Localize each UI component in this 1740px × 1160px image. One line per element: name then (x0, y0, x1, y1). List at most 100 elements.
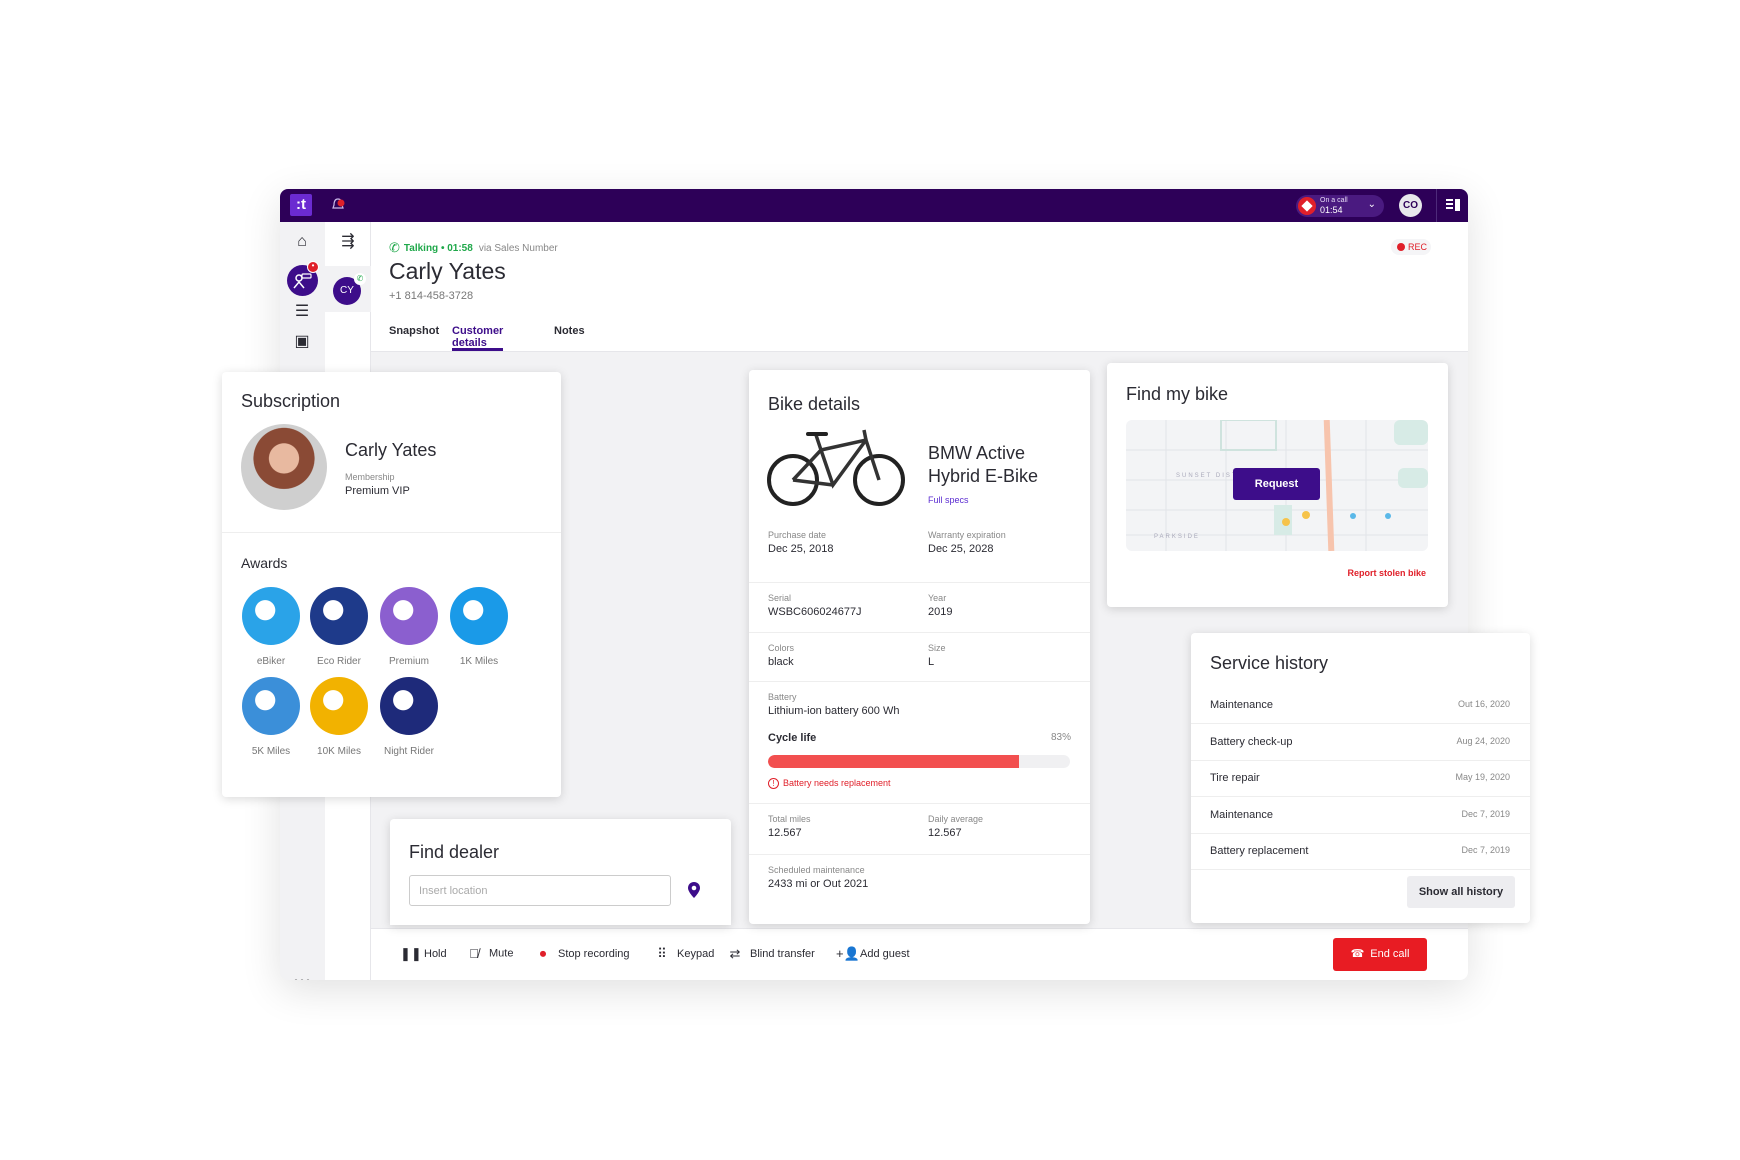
award-item[interactable]: 10K Miles (300, 677, 378, 757)
customer-photo (241, 424, 327, 510)
serial-label: Serial (768, 593, 792, 603)
service-history-row[interactable]: Maintenance Out 16, 2020 (1191, 688, 1530, 724)
add-guest-button[interactable]: +👤Add guest (836, 946, 910, 962)
mute-label: Mute (489, 947, 514, 960)
bike-image (767, 429, 905, 506)
list-icon[interactable]: ☰ (292, 302, 312, 322)
service-name: Maintenance (1210, 808, 1273, 821)
tab-customer-details[interactable]: Customer details (452, 325, 504, 351)
divider (1436, 189, 1437, 222)
stop-record-icon: ⏺ (539, 946, 547, 961)
contacts-book-icon[interactable]: ▣ (292, 332, 312, 352)
phone-icon: ✆ (354, 273, 366, 285)
subscription-title: Subscription (241, 391, 341, 411)
award-name: 10K Miles (317, 746, 361, 757)
service-name: Battery check-up (1210, 735, 1293, 748)
side-panel-icon[interactable] (1445, 198, 1461, 212)
service-date: Dec 7, 2019 (1461, 845, 1510, 855)
call-header: ✆ Talking • 01:58 via Sales Number Carly Y… (371, 222, 1468, 352)
caller-phone: +1 814-458-3728 (389, 290, 474, 302)
keypad-button[interactable]: ⠿ Keypad (653, 946, 714, 962)
cycle-life-fill (768, 755, 1019, 768)
maintenance-value: 2433 mi or Out 2021 (768, 878, 869, 890)
award-item[interactable]: Premium (370, 587, 448, 667)
notification-bell-icon[interactable] (330, 197, 346, 213)
service-history-row[interactable]: Tire repair May 19, 2020 (1191, 761, 1530, 797)
user-avatar[interactable]: CO (1399, 194, 1422, 217)
serial-row: Serial WSBC606024677J Year 2019 (749, 582, 1090, 631)
bike-model: BMW Active Hybrid E-Bike (928, 443, 1039, 486)
blind-transfer-button[interactable]: ⇄ Blind transfer (726, 946, 815, 962)
call-status-icon (1298, 197, 1316, 215)
subscription-card: Subscription Carly Yates Membership Prem… (222, 372, 561, 797)
call-status-line: ✆ Talking • 01:58 via Sales Number (389, 240, 558, 256)
home-icon[interactable]: ⌂ (292, 232, 312, 252)
end-call-button[interactable]: ☎ End call (1333, 938, 1427, 971)
award-item[interactable]: 5K Miles (232, 677, 310, 757)
report-stolen-bike-link[interactable]: Report stolen bike (1347, 568, 1426, 578)
find-dealer-card: Find dealer (390, 819, 731, 925)
mute-button[interactable]: 🎙̸ Mute (465, 946, 513, 961)
battery-value: Lithium-ion battery 600 Wh (768, 705, 900, 717)
award-badge-icon (380, 677, 438, 735)
service-history-row[interactable]: Maintenance Dec 7, 2019 (1191, 798, 1530, 834)
award-item[interactable]: Night Rider (370, 677, 448, 757)
award-name: 5K Miles (251, 746, 291, 757)
membership-label: Membership (345, 472, 395, 482)
stop-recording-button[interactable]: ⏺ Stop recording (534, 946, 630, 962)
award-name: Eco Rider (317, 656, 361, 667)
award-item[interactable]: eBiker (232, 587, 310, 667)
cycle-life-bar (768, 755, 1070, 768)
service-history-row[interactable]: Battery replacement Dec 7, 2019 (1191, 834, 1530, 870)
award-name: Premium (388, 656, 429, 667)
pause-icon: ❚❚ (400, 946, 422, 961)
purchase-date-value: Dec 25, 2018 (768, 543, 834, 555)
phone-active-icon: ✆ (389, 240, 400, 255)
colors-value: black (768, 656, 794, 668)
tab-notes[interactable]: Notes (554, 325, 585, 351)
bike-details-title: Bike details (768, 394, 861, 414)
hang-up-icon: ☎ (1350, 948, 1365, 960)
tab-snapshot[interactable]: Snapshot (389, 325, 439, 351)
awards-title: Awards (241, 555, 288, 571)
apps-grid-icon[interactable] (293, 977, 311, 980)
divider (222, 532, 561, 533)
award-item[interactable]: Eco Rider (300, 587, 378, 667)
add-person-icon: +👤 (836, 946, 860, 961)
call-via: via Sales Number (478, 242, 558, 254)
award-badge-icon (242, 677, 300, 735)
collapse-menu-icon[interactable]: ⇶ (338, 232, 358, 252)
location-input[interactable] (409, 875, 671, 906)
service-date: Out 16, 2020 (1457, 699, 1510, 709)
on-call-indicator[interactable]: On a call 01:54 ⌄ (1296, 195, 1384, 217)
find-my-bike-card: Find my bike SUNSET DISTRICT PARKSIDE Re… (1107, 363, 1448, 607)
location-pin-icon[interactable] (687, 881, 701, 899)
show-all-history-button[interactable]: Show all history (1407, 876, 1515, 908)
service-history-row[interactable]: Battery check-up Aug 24, 2020 (1191, 725, 1530, 761)
maintenance-row: Scheduled maintenance 2433 mi or Out 2021 (749, 854, 1090, 914)
hold-button[interactable]: ❚❚ Hold (400, 946, 447, 962)
keypad-label: Keypad (677, 947, 715, 960)
find-my-bike-title: Find my bike (1126, 384, 1229, 404)
award-item[interactable]: 1K Miles (440, 587, 518, 667)
caller-name: Carly Yates (389, 258, 506, 284)
map[interactable]: SUNSET DISTRICT PARKSIDE Request (1126, 420, 1428, 551)
full-specs-link[interactable]: Full specs (928, 495, 969, 505)
award-badge-icon (242, 587, 300, 645)
battery-warning-text: Battery needs replacement (783, 778, 891, 788)
on-call-time: 01:54 (1320, 205, 1343, 215)
service-date: May 19, 2020 (1455, 772, 1510, 782)
app-logo[interactable]: :t (290, 194, 312, 216)
daily-average-value: 12.567 (928, 827, 962, 839)
purchase-row: Purchase date Dec 25, 2018 Warranty expir… (749, 530, 1090, 580)
on-call-label: On a call (1320, 197, 1348, 204)
membership-value: Premium VIP (345, 485, 410, 497)
award-badge-icon (450, 587, 508, 645)
request-location-button[interactable]: Request (1233, 468, 1320, 500)
award-name: eBiker (256, 656, 286, 667)
stop-recording-label: Stop recording (558, 947, 630, 960)
cycle-life-label: Cycle life (768, 732, 817, 744)
blind-transfer-label: Blind transfer (750, 947, 815, 960)
award-name: Night Rider (383, 746, 435, 757)
service-date: Aug 24, 2020 (1456, 735, 1510, 746)
